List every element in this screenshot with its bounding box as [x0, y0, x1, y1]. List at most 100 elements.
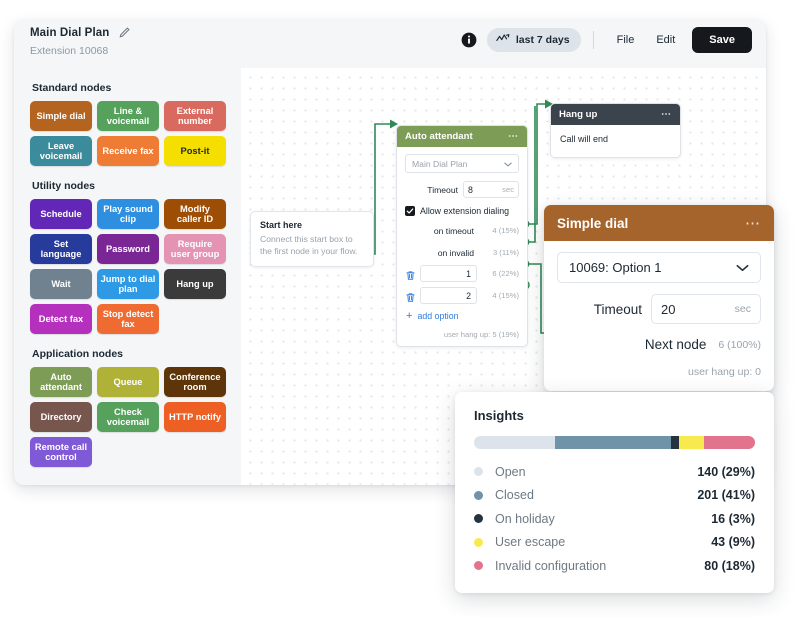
palette-node-directory[interactable]: Directory	[30, 402, 92, 432]
node-hang-up-header[interactable]: Hang up ⋯	[551, 104, 680, 125]
insights-legend-row: Open 140 (29%)	[474, 460, 755, 484]
palette-node-post-it[interactable]: Post-it	[164, 136, 226, 166]
save-button[interactable]: Save	[692, 27, 752, 53]
trash-icon[interactable]	[405, 268, 416, 280]
legend-dot-open	[474, 467, 483, 477]
node-auto-attendant[interactable]: Auto attendant ⋯ Main Dial Plan Timeout …	[396, 125, 528, 347]
title-group: Main Dial Plan	[30, 26, 131, 39]
edit-menu[interactable]: Edit	[645, 29, 686, 51]
timeout-unit: sec	[502, 185, 514, 194]
allow-extension-dialing-row[interactable]: Allow extension dialing	[405, 206, 519, 216]
palette-node-queue[interactable]: Queue	[97, 367, 159, 397]
insights-legend-row: Invalid configuration 80 (18%)	[474, 554, 755, 578]
pencil-icon[interactable]	[118, 26, 131, 39]
palette-node-jump-to-dial-plan[interactable]: Jump to dial plan	[97, 269, 159, 299]
node-auto-attendant-title: Auto attendant	[405, 131, 473, 142]
start-here-description: Connect this start box to the first node…	[260, 234, 358, 256]
legend-label-invalid-configuration: Invalid configuration	[495, 558, 607, 573]
palette-node-wait[interactable]: Wait	[30, 269, 92, 299]
option-input-1[interactable]: 1	[420, 265, 477, 282]
palette-node-password[interactable]: Password	[97, 234, 159, 264]
palette-group-application: Auto attendant Queue Conference room Dir…	[30, 367, 226, 467]
simple-dial-panel[interactable]: Simple dial ⋯ 10069: Option 1 Timeout 20…	[544, 205, 774, 391]
page-subtitle: Extension 10068	[30, 45, 109, 57]
simple-dial-next-node-row: Next node 6 (100%)	[557, 337, 761, 352]
palette-group-title-utility: Utility nodes	[32, 180, 96, 192]
legend-value-closed: 201 (41%)	[697, 488, 755, 503]
start-here-box[interactable]: Start here Connect this start box to the…	[250, 211, 374, 267]
palette-node-check-voicemail[interactable]: Check voicemail	[97, 402, 159, 432]
legend-value-on-holiday: 16 (3%)	[711, 511, 755, 526]
palette-node-play-sound-clip[interactable]: Play sound clip	[97, 199, 159, 229]
simple-dial-body: 10069: Option 1 Timeout 20 sec Next node…	[544, 241, 774, 391]
node-auto-attendant-header[interactable]: Auto attendant ⋯	[397, 126, 527, 147]
timeout-input[interactable]: 8 sec	[463, 181, 519, 198]
date-range-selector[interactable]: last 7 days	[486, 28, 581, 52]
trash-icon[interactable]	[405, 290, 416, 302]
ellipsis-icon[interactable]: ⋯	[661, 109, 672, 120]
palette-node-external-number[interactable]: External number	[164, 101, 226, 131]
insights-stacked-bar	[474, 436, 755, 449]
activity-chart-icon	[496, 33, 510, 47]
allow-extension-dialing-checkbox[interactable]	[405, 206, 415, 216]
palette-node-simple-dial[interactable]: Simple dial	[30, 101, 92, 131]
legend-dot-invalid-configuration	[474, 561, 483, 571]
palette-node-auto-attendant[interactable]: Auto attendant	[30, 367, 92, 397]
node-hang-up[interactable]: Hang up ⋯ Call will end	[550, 103, 681, 158]
palette-group-title-standard: Standard nodes	[32, 82, 112, 94]
node-palette: Standard nodes Simple dial Line & voicem…	[14, 68, 241, 485]
info-icon[interactable]	[461, 32, 477, 48]
dial-plan-select[interactable]: Main Dial Plan	[405, 154, 519, 173]
simple-dial-user-hang-up: user hang up: 0	[688, 366, 761, 378]
insights-legend-row: User escape 43 (9%)	[474, 531, 755, 555]
simple-dial-title: Simple dial	[557, 215, 629, 231]
start-here-title: Start here	[260, 220, 303, 230]
output-stat-on-timeout: 4 (15%)	[492, 226, 519, 235]
node-hang-up-title: Hang up	[559, 109, 598, 120]
file-menu[interactable]: File	[606, 29, 646, 51]
allow-extension-dialing-label: Allow extension dialing	[420, 206, 509, 216]
output-label-on-timeout: on timeout	[433, 225, 474, 236]
timeout-row: Timeout 8 sec	[405, 181, 519, 198]
timeout-value: 8	[468, 184, 473, 195]
palette-node-http-notify[interactable]: HTTP notify	[164, 402, 226, 432]
page-title: Main Dial Plan	[30, 26, 110, 39]
palette-node-set-language[interactable]: Set language	[30, 234, 92, 264]
legend-dot-on-holiday	[474, 514, 483, 524]
simple-dial-header[interactable]: Simple dial ⋯	[544, 205, 774, 241]
output-stat-on-invalid: 3 (11%)	[492, 248, 519, 257]
palette-node-hang-up[interactable]: Hang up	[164, 269, 226, 299]
legend-label-on-holiday: On holiday	[495, 511, 555, 526]
palette-node-remote-call-control[interactable]: Remote call control	[30, 437, 92, 467]
palette-node-stop-detect-fax[interactable]: Stop detect fax	[97, 304, 159, 334]
palette-node-require-user-group[interactable]: Require user group	[164, 234, 226, 264]
simple-dial-target-value: 10069: Option 1	[569, 260, 662, 275]
palette-node-detect-fax[interactable]: Detect fax	[30, 304, 92, 334]
plus-icon: +	[406, 310, 413, 322]
ellipsis-icon[interactable]: ⋯	[508, 131, 519, 142]
palette-group-standard: Simple dial Line & voicemail External nu…	[30, 101, 226, 166]
option-stat-2: 4 (15%)	[492, 291, 519, 300]
simple-dial-target-select[interactable]: 10069: Option 1	[557, 252, 761, 283]
bar-segment-invalid-configuration	[704, 436, 755, 449]
palette-node-schedule[interactable]: Schedule	[30, 199, 92, 229]
insights-panel: Insights Open 140 (29%) Closed 201 (41%)…	[455, 392, 774, 593]
palette-group-title-application: Application nodes	[32, 348, 124, 360]
checkmark-icon	[406, 208, 414, 214]
app-header: Main Dial Plan Extension 10068 last 7 da…	[14, 20, 766, 68]
ellipsis-icon[interactable]: ⋯	[745, 214, 761, 232]
option-input-2[interactable]: 2	[420, 287, 477, 304]
simple-dial-timeout-input[interactable]: 20 sec	[651, 294, 761, 324]
palette-node-receive-fax[interactable]: Receive fax	[97, 136, 159, 166]
simple-dial-timeout-row: Timeout 20 sec	[557, 294, 761, 324]
add-option-button[interactable]: + add option	[406, 310, 519, 322]
palette-node-modify-caller-id[interactable]: Modify caller ID	[164, 199, 226, 229]
palette-node-conference-room[interactable]: Conference room	[164, 367, 226, 397]
legend-dot-closed	[474, 490, 483, 500]
palette-group-utility: Schedule Play sound clip Modify caller I…	[30, 199, 226, 334]
palette-node-leave-voicemail[interactable]: Leave voicemail	[30, 136, 92, 166]
palette-node-line-voicemail[interactable]: Line & voicemail	[97, 101, 159, 131]
header-divider	[592, 31, 594, 49]
bar-segment-closed	[555, 436, 671, 449]
simple-dial-timeout-label: Timeout	[593, 301, 642, 317]
